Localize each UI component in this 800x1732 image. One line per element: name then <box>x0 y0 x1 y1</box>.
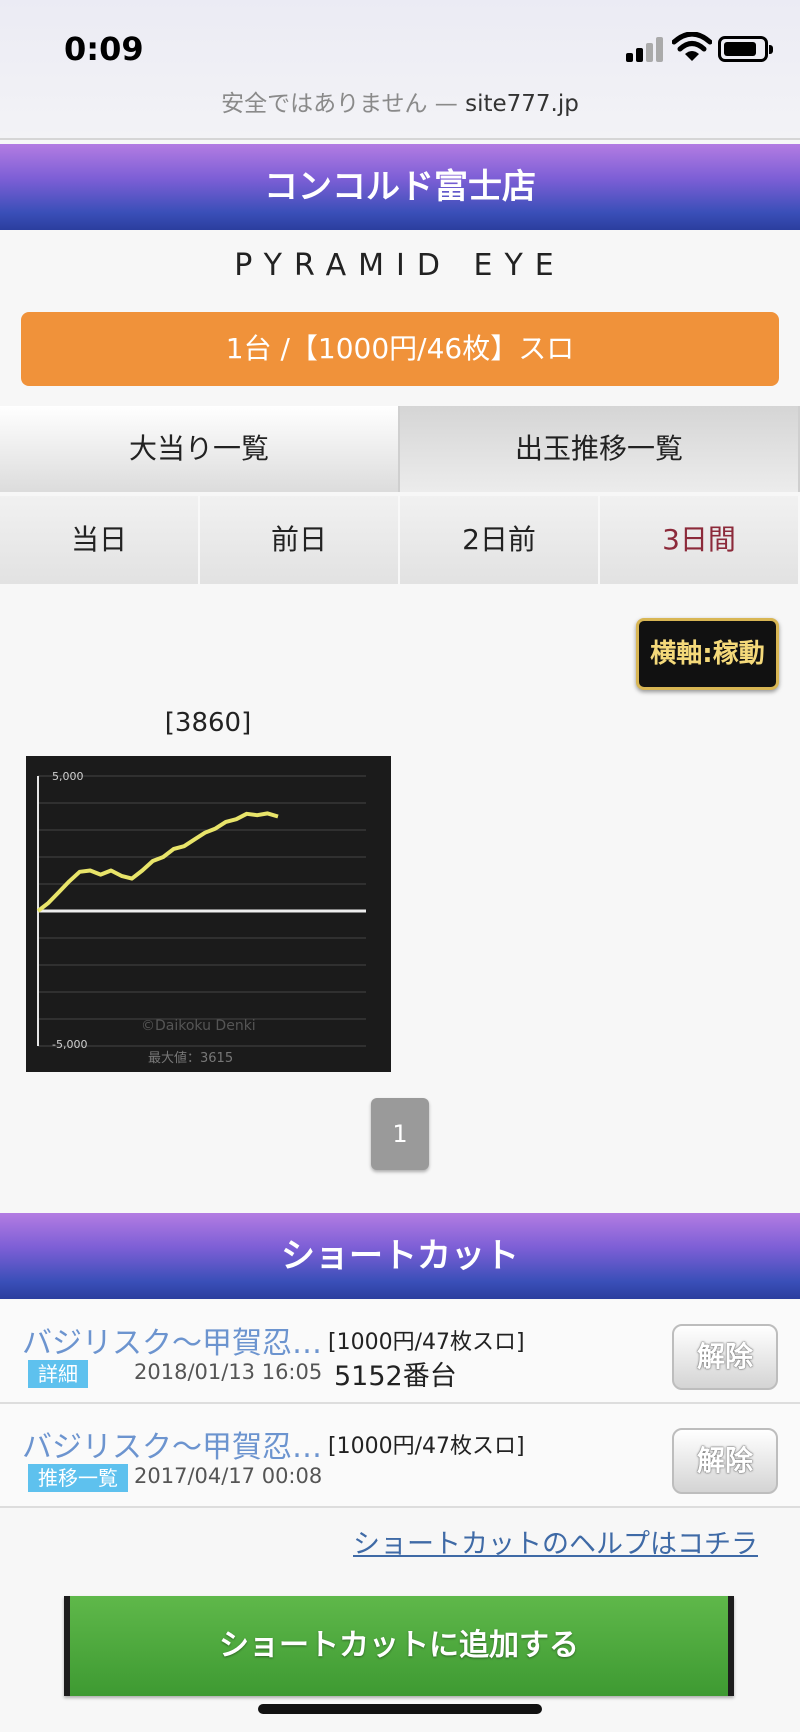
shortcut-tag-trend: 推移一覧 <box>28 1464 128 1492</box>
battery-icon <box>718 36 773 62</box>
shortcut-item: バジリスク〜甲賀忍… [1000円/47枚スロ] 詳細 2018/01/13 1… <box>0 1300 800 1404</box>
shortcut-machine-link[interactable]: バジリスク〜甲賀忍… <box>22 1422 322 1466</box>
shortcut-tag-detail: 詳細 <box>28 1360 88 1388</box>
address-bar[interactable]: 安全ではありません — site777.jp <box>0 84 800 118</box>
shortcut-item: バジリスク〜甲賀忍… [1000円/47枚スロ] 推移一覧 2017/04/17… <box>0 1404 800 1508</box>
wifi-icon <box>672 32 712 61</box>
machine-number: [3860] <box>164 708 252 738</box>
page-button-1[interactable]: 1 <box>371 1098 429 1170</box>
shortcut-rate: [1000円/47枚スロ] <box>328 1434 525 1459</box>
shortcut-rate: [1000円/47枚スロ] <box>328 1330 525 1355</box>
chart-svg: 5,000 -5,000 ©Daikoku Denki 最大値：3615 <box>36 770 366 1066</box>
shortcut-date: 2018/01/13 16:05 <box>134 1360 323 1384</box>
shortcut-date: 2017/04/17 00:08 <box>134 1464 323 1488</box>
y-tick-max: 5,000 <box>52 770 84 783</box>
view-tabs: 大当り一覧 出玉推移一覧 <box>0 406 800 492</box>
machine-rate-banner: 1台 /【1000円/46枚】スロ <box>21 312 779 386</box>
shortcut-release-button[interactable]: 解除 <box>672 1428 778 1494</box>
insecure-label: 安全ではありません — <box>221 91 466 117</box>
tab-two-days-ago[interactable]: 2日前 <box>400 496 600 584</box>
address-host: site777.jp <box>465 91 579 117</box>
home-indicator <box>258 1704 542 1714</box>
payout-series-line <box>36 811 279 913</box>
tab-jackpot-list[interactable]: 大当り一覧 <box>0 406 400 492</box>
cellular-signal-icon <box>626 36 666 62</box>
axis-toggle-button[interactable]: 横軸:稼動 <box>636 618 779 690</box>
chart-watermark: ©Daikoku Denki <box>141 1018 256 1034</box>
add-shortcut-button[interactable]: ショートカットに追加する <box>64 1596 734 1696</box>
status-bar: 0:09 安全ではありません — site777.jp <box>0 0 800 140</box>
tab-payout-trend[interactable]: 出玉推移一覧 <box>400 406 800 492</box>
chart-max-label: 最大値：3615 <box>148 1050 233 1066</box>
day-tabs: 当日 前日 2日前 3日間 <box>0 496 800 584</box>
status-time: 0:09 <box>64 30 144 68</box>
tab-today[interactable]: 当日 <box>0 496 200 584</box>
shortcut-machine-link[interactable]: バジリスク〜甲賀忍… <box>22 1318 322 1362</box>
tab-three-days[interactable]: 3日間 <box>600 496 800 584</box>
tab-yesterday[interactable]: 前日 <box>200 496 400 584</box>
store-title: コンコルド富士店 <box>0 144 800 230</box>
shortcut-machine-number: 5152番台 <box>334 1361 457 1392</box>
shortcut-header: ショートカット <box>0 1213 800 1299</box>
payout-chart: 5,000 -5,000 ©Daikoku Denki 最大値：3615 <box>26 756 391 1072</box>
y-tick-min: -5,000 <box>52 1038 87 1051</box>
shortcut-release-button[interactable]: 解除 <box>672 1324 778 1390</box>
shortcut-help-link[interactable]: ショートカットのヘルプはコチラ <box>353 1522 758 1561</box>
machine-name: PYRAMID EYE <box>234 248 566 283</box>
